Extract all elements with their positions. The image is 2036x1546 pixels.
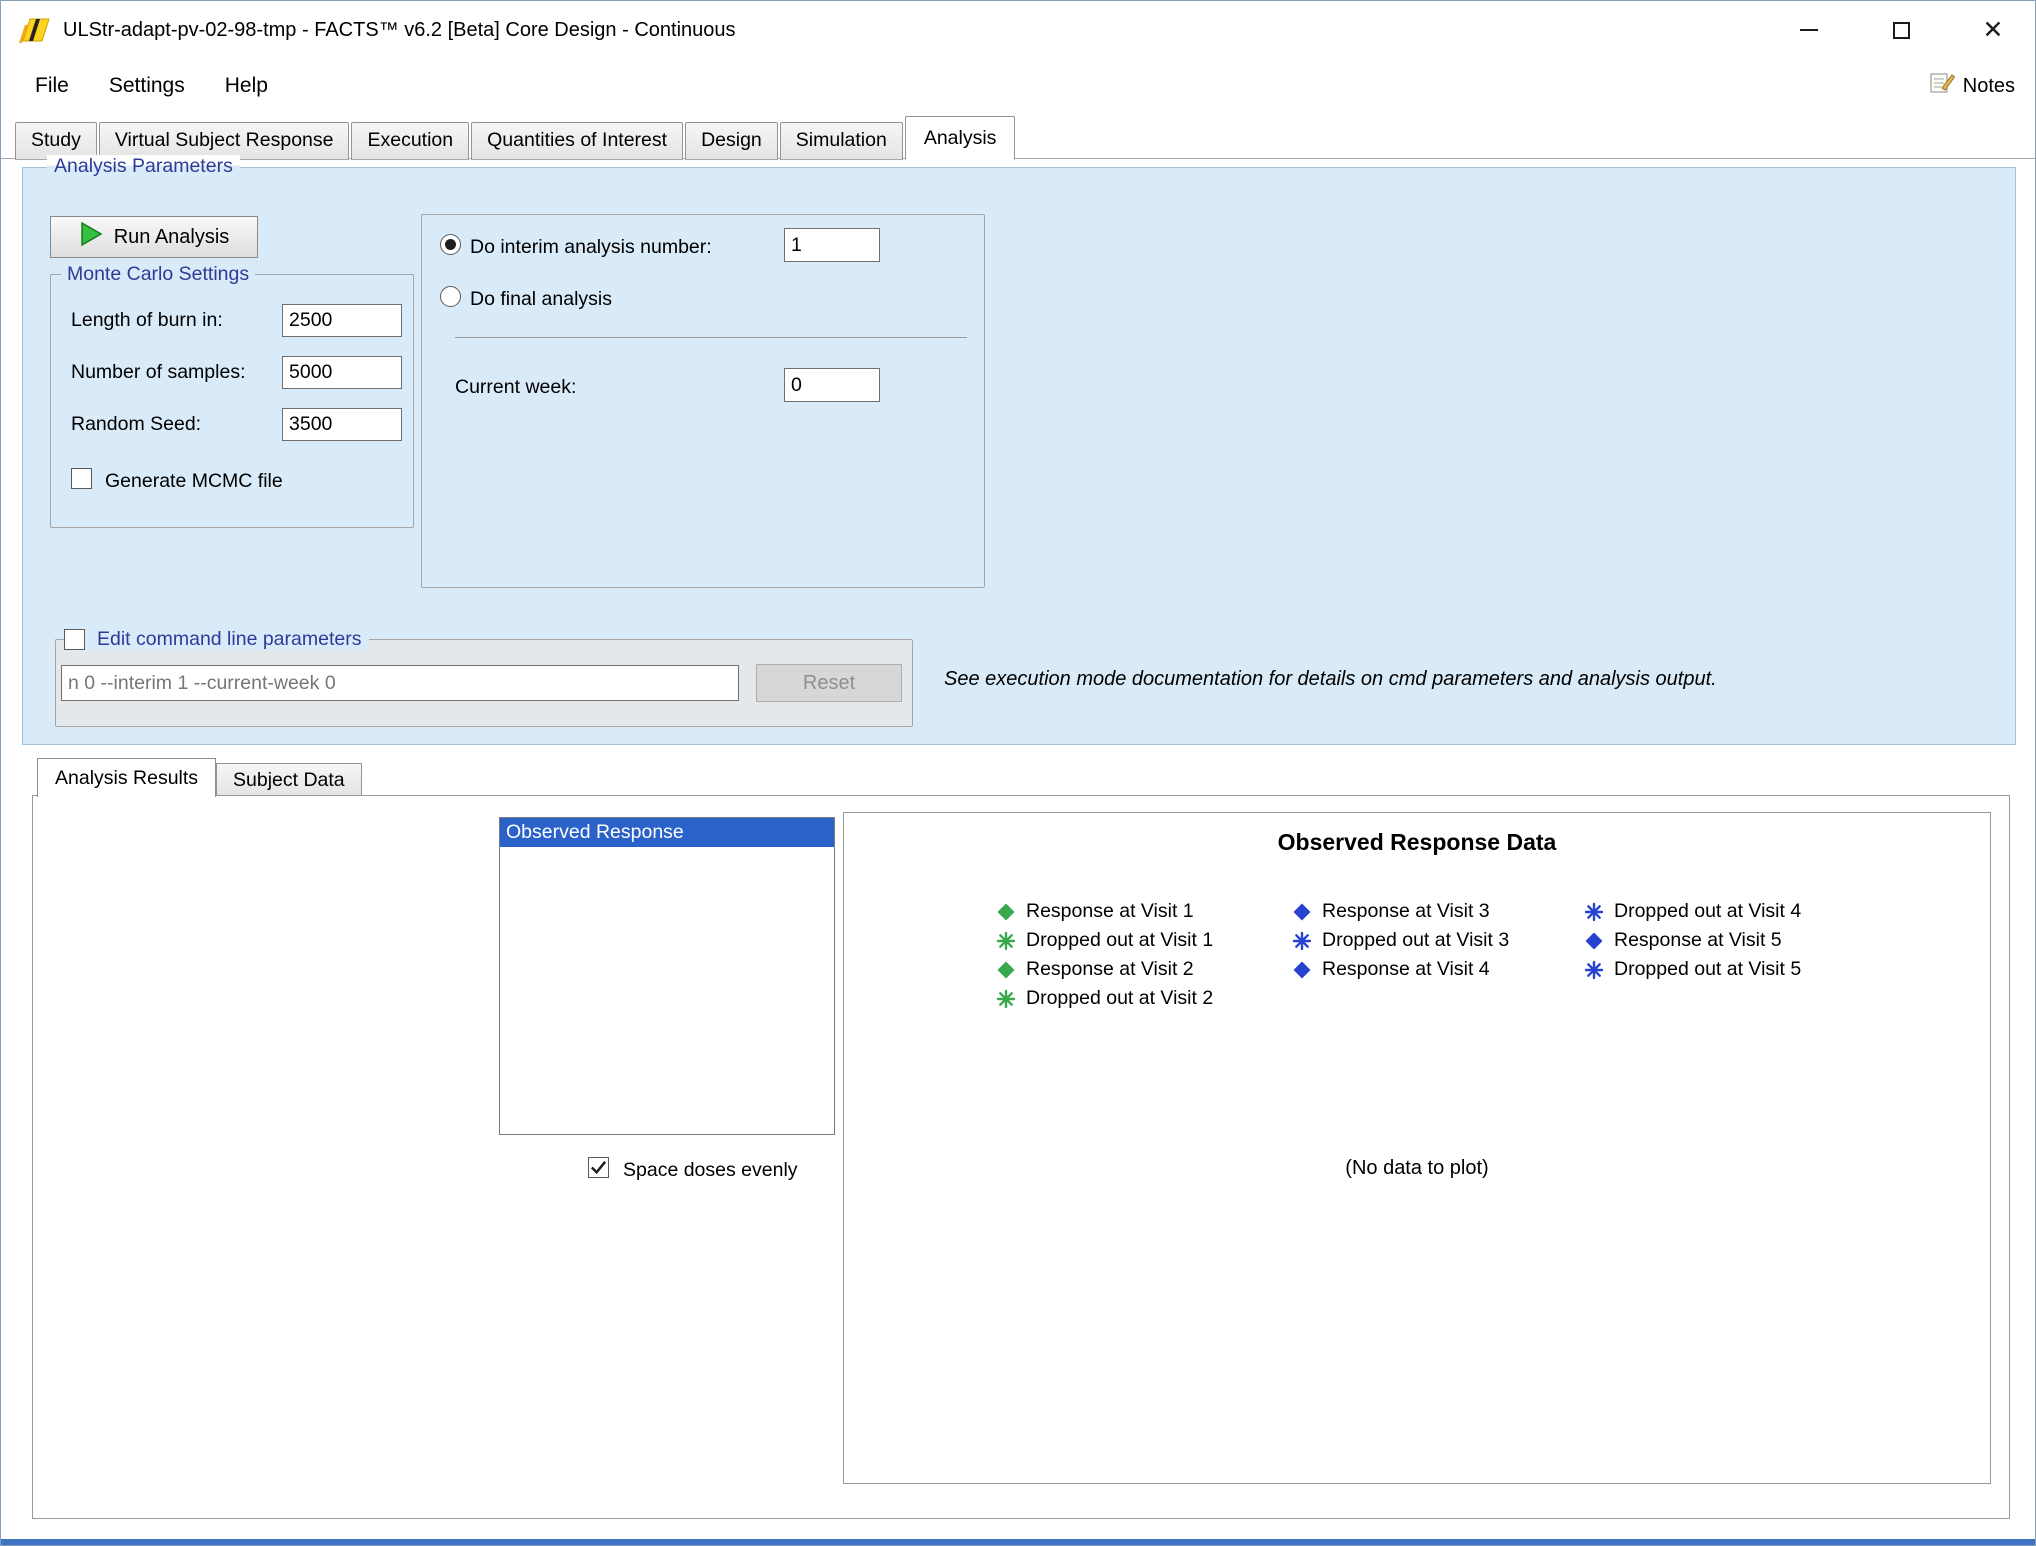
asterisk-marker-icon	[1584, 902, 1604, 922]
legend-label: Response at Visit 2	[1026, 958, 1194, 981]
tab-simulation[interactable]: Simulation	[780, 122, 903, 160]
analysis-parameters-caption: Analysis Parameters	[47, 155, 240, 178]
reset-label: Reset	[803, 672, 855, 695]
asterisk-marker-icon	[996, 989, 1016, 1009]
interim-analysis-label: Do interim analysis number:	[470, 236, 712, 259]
final-analysis-radio[interactable]	[440, 286, 461, 307]
asterisk-marker-icon	[1584, 960, 1604, 980]
legend-label: Response at Visit 1	[1026, 900, 1194, 923]
legend-item: Response at Visit 1	[996, 897, 1213, 926]
notes-label: Notes	[1963, 75, 2015, 98]
play-icon	[79, 221, 103, 253]
reset-button[interactable]: Reset	[756, 664, 902, 702]
samples-input[interactable]	[282, 356, 402, 389]
legend-label: Dropped out at Visit 1	[1026, 929, 1213, 952]
menu-file[interactable]: File	[15, 66, 89, 106]
legend-label: Dropped out at Visit 4	[1614, 900, 1801, 923]
legend-item: Response at Visit 5	[1584, 926, 1801, 955]
run-analysis-label: Run Analysis	[114, 226, 230, 249]
tab-analysis[interactable]: Analysis	[905, 116, 1016, 160]
maximize-icon	[1893, 22, 1910, 39]
main-tab-strip: Study Virtual Subject Response Execution…	[1, 119, 2035, 159]
cmd-parameters-groupbox: Edit command line parameters Reset	[55, 639, 913, 727]
analysis-parameters-panel: Analysis Parameters Run Analysis Monte C…	[22, 167, 2016, 745]
diamond-marker-icon	[1584, 931, 1604, 951]
menu-settings[interactable]: Settings	[89, 66, 205, 106]
legend-label: Dropped out at Visit 2	[1026, 987, 1213, 1010]
burn-in-input[interactable]	[282, 304, 402, 337]
tab-subject-data[interactable]: Subject Data	[216, 763, 362, 796]
legend-column-3: Dropped out at Visit 4 Response at Visit…	[1584, 897, 1801, 984]
minimize-icon	[1800, 29, 1818, 31]
diamond-marker-icon	[1292, 960, 1312, 980]
generate-mcmc-label: Generate MCMC file	[105, 470, 283, 493]
notes-button[interactable]: Notes	[1929, 59, 2015, 113]
tab-execution[interactable]: Execution	[351, 122, 469, 160]
final-analysis-label: Do final analysis	[470, 288, 612, 311]
execution-mode-note: See execution mode documentation for det…	[944, 668, 1717, 691]
asterisk-marker-icon	[1292, 931, 1312, 951]
legend-label: Dropped out at Visit 3	[1322, 929, 1509, 952]
tab-analysis-results[interactable]: Analysis Results	[37, 758, 216, 797]
monte-carlo-groupbox: Monte Carlo Settings Length of burn in: …	[50, 274, 414, 528]
window-controls: ✕	[1747, 1, 2023, 59]
close-button[interactable]: ✕	[1963, 1, 2023, 59]
tab-quantities-of-interest[interactable]: Quantities of Interest	[471, 122, 683, 160]
interim-analysis-radio[interactable]	[440, 234, 461, 255]
legend-column-1: Response at Visit 1 Dropped out at Visit…	[996, 897, 1213, 1013]
seed-label: Random Seed:	[71, 413, 201, 436]
current-week-label: Current week:	[455, 376, 576, 399]
legend-label: Response at Visit 3	[1322, 900, 1490, 923]
analysis-mode-groupbox: Do interim analysis number: Do final ana…	[421, 214, 985, 588]
samples-label: Number of samples:	[71, 361, 245, 384]
interim-number-input[interactable]	[784, 228, 880, 262]
legend-item: Dropped out at Visit 4	[1584, 897, 1801, 926]
seed-input[interactable]	[282, 408, 402, 441]
title-bar: ULStr-adapt-pv-02-98-tmp - FACTS™ v6.2 […	[1, 1, 2035, 59]
notes-icon	[1929, 71, 1955, 101]
legend-item: Response at Visit 2	[996, 955, 1213, 984]
space-doses-label: Space doses evenly	[623, 1159, 798, 1182]
app-window: ULStr-adapt-pv-02-98-tmp - FACTS™ v6.2 […	[0, 0, 2036, 1546]
edit-cmd-checkbox[interactable]	[64, 629, 85, 650]
legend-label: Response at Visit 5	[1614, 929, 1782, 952]
space-doses-checkbox[interactable]	[588, 1157, 609, 1178]
diamond-marker-icon	[996, 902, 1016, 922]
asterisk-marker-icon	[996, 931, 1016, 951]
legend-item: Response at Visit 4	[1292, 955, 1509, 984]
plot-title: Observed Response Data	[844, 829, 1990, 856]
results-listbox[interactable]: Observed Response	[499, 817, 835, 1135]
close-icon: ✕	[1983, 18, 2004, 43]
edit-cmd-label: Edit command line parameters	[97, 628, 361, 651]
current-week-input[interactable]	[784, 368, 880, 402]
diamond-marker-icon	[996, 960, 1016, 980]
menu-help[interactable]: Help	[205, 66, 288, 106]
cmd-line-input[interactable]	[61, 665, 739, 701]
legend-item: Dropped out at Visit 1	[996, 926, 1213, 955]
analysis-results-page: Observed Response Space doses evenly Obs…	[32, 795, 2010, 1519]
legend-label: Dropped out at Visit 5	[1614, 958, 1801, 981]
legend-item: Dropped out at Visit 2	[996, 984, 1213, 1013]
legend-label: Response at Visit 4	[1322, 958, 1490, 981]
menu-bar: File Settings Help	[1, 59, 2035, 113]
burn-in-label: Length of burn in:	[71, 309, 223, 332]
diamond-marker-icon	[1292, 902, 1312, 922]
list-item-observed-response[interactable]: Observed Response	[500, 818, 834, 847]
generate-mcmc-checkbox[interactable]	[71, 468, 92, 489]
window-bottom-border	[1, 1539, 2035, 1545]
legend-column-2: Response at Visit 3 Dropped out at Visit…	[1292, 897, 1509, 984]
window-title: ULStr-adapt-pv-02-98-tmp - FACTS™ v6.2 […	[63, 19, 736, 42]
tab-design[interactable]: Design	[685, 122, 778, 160]
mode-separator	[455, 337, 967, 338]
minimize-button[interactable]	[1779, 1, 1839, 59]
maximize-button[interactable]	[1871, 1, 1931, 59]
observed-response-plot: Observed Response Data Response at Visit…	[843, 812, 1991, 1484]
app-logo-icon	[17, 15, 51, 45]
legend-item: Dropped out at Visit 3	[1292, 926, 1509, 955]
no-data-message: (No data to plot)	[844, 1157, 1990, 1180]
legend-item: Response at Visit 3	[1292, 897, 1509, 926]
monte-carlo-caption: Monte Carlo Settings	[61, 263, 255, 286]
run-analysis-button[interactable]: Run Analysis	[50, 216, 258, 258]
legend-item: Dropped out at Visit 5	[1584, 955, 1801, 984]
